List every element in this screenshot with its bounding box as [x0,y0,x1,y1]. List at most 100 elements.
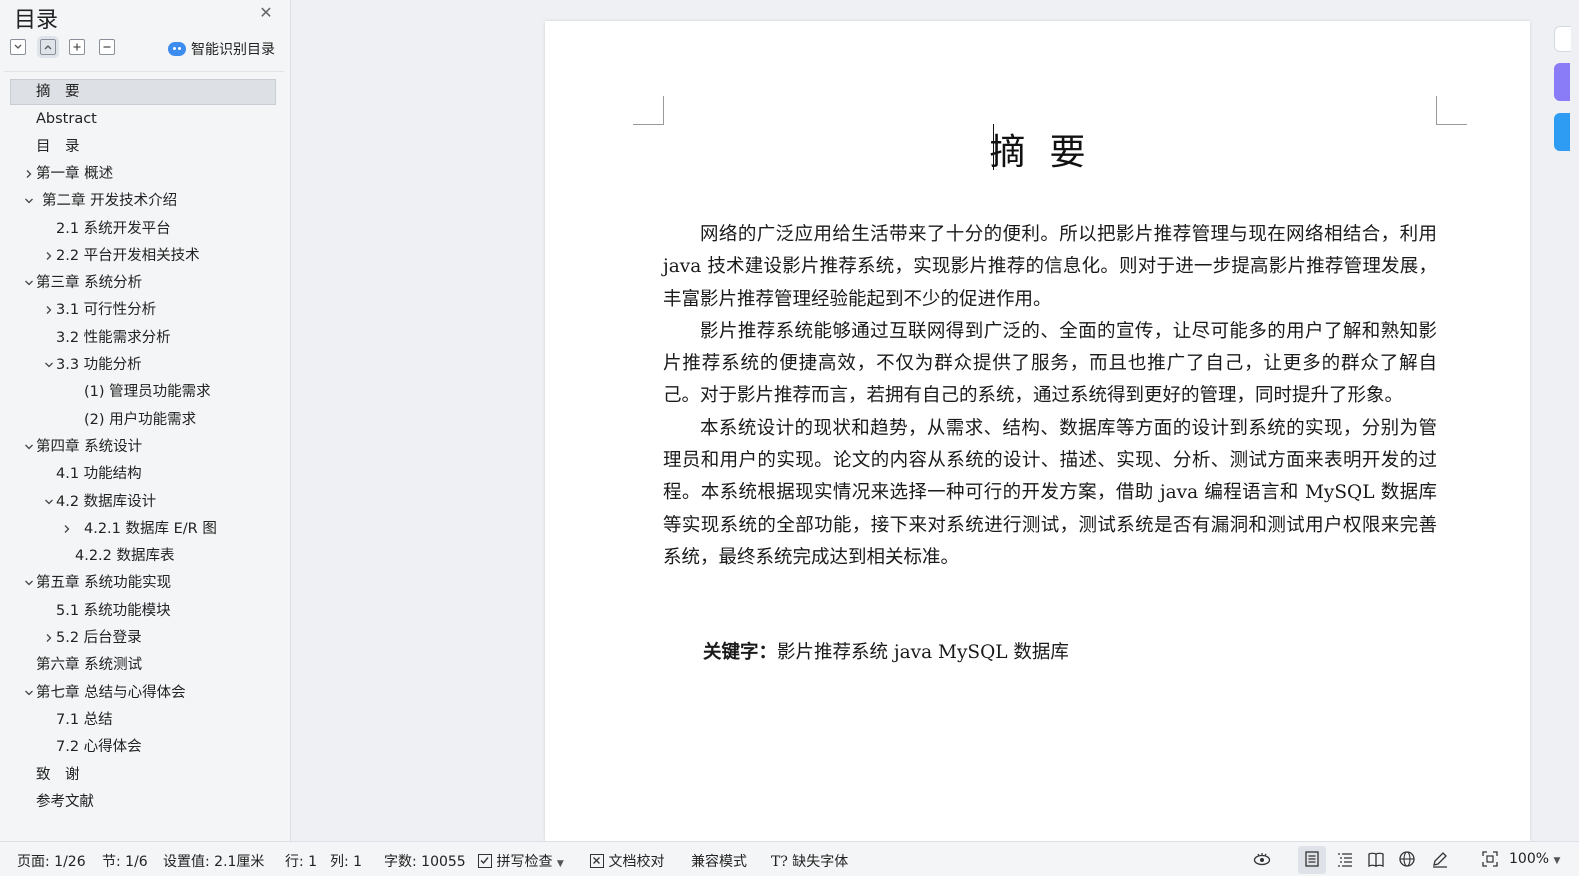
toc-item-label: 第二章 开发技术介绍 [42,193,178,210]
toc-item[interactable]: 摘 要 [10,79,276,105]
toc-item[interactable]: 第六章 系统测试 [10,652,276,678]
toc-item[interactable]: 7.1 总结 [10,707,276,733]
toc-item[interactable]: 参考文献 [10,789,276,815]
toc-item[interactable]: 第五章 系统功能实现 [10,570,276,596]
text-cursor [993,124,994,170]
toc-item-label: 4.2.2 数据库表 [75,548,175,565]
page-indicator[interactable]: 页面: 1/26 [17,851,86,871]
chevron-down-icon[interactable] [44,497,54,507]
spell-check-button[interactable]: 拼写检查 ▼ [478,851,564,871]
column-indicator: 列: 1 [330,854,363,870]
toc-item[interactable]: 4.2.2 数据库表 [10,543,276,569]
missing-fonts-button[interactable]: T? 缺失字体 [771,851,848,871]
eye-protection-icon[interactable] [1253,850,1271,868]
close-icon[interactable]: ✕ [258,5,274,21]
keywords-value: 影片推荐系统 java MySQL 数据库 [777,642,1069,663]
proofread-button[interactable]: 文档校对 [590,851,664,871]
chevron-down-icon[interactable] [24,278,34,288]
smart-toc-button[interactable]: 智能识别目录 [168,38,275,60]
page-view-icon[interactable] [1303,850,1321,868]
toc-item-label: 第一章 概述 [36,165,114,182]
reading-mode-icon[interactable] [1367,850,1385,868]
toc-item-label: 5.2 后台登录 [56,630,142,646]
toc-item-label: 7.1 总结 [56,711,113,728]
checkbox-icon [478,854,492,868]
compat-mode-button[interactable]: 兼容模式 [691,851,747,871]
setting-value: 设置值: 2.1厘米 [163,854,265,870]
chevron-right-icon[interactable] [44,251,54,261]
spell-check-label: 拼写检查 [496,854,553,870]
expand-up-icon[interactable] [37,36,59,58]
pen-write-icon[interactable] [1431,850,1449,868]
toc-item[interactable]: 第二章 开发技术介绍 [10,188,276,214]
toc-item[interactable]: 第三章 系统分析 [10,270,276,296]
toc-item[interactable]: (1) 管理员功能需求 [10,379,276,405]
dropdown-arrow-icon: ▼ [556,859,564,869]
toc-item-label: 第三章 系统分析 [36,275,143,292]
side-tool-button[interactable] [1554,113,1570,151]
toc-item[interactable]: 致 谢 [10,762,276,788]
side-tool-button[interactable] [1554,63,1570,101]
toc-panel: 目录 ✕ 智能识别目录 摘 要 Abstract 目 录第一章 概述第二章 开发技术… [0,0,291,841]
toc-item-label: 4.2.1 数据库 E/R 图 [84,520,217,537]
toc-title: 目录 [14,8,59,33]
keywords-label: 关键字： [703,642,778,663]
dropdown-arrow-icon: ▼ [1553,856,1561,866]
toc-item-label: 2.2 平台开发相关技术 [56,247,200,264]
toc-item[interactable]: 2.2 平台开发相关技术 [10,243,276,269]
chevron-down-icon[interactable] [24,196,34,206]
collapse-all-icon[interactable] [10,39,26,55]
toc-item-label: 3.3 功能分析 [56,357,142,373]
document-heading: 摘要 [989,132,1110,173]
toc-item[interactable]: (2) 用户功能需求 [10,407,276,433]
toc-item-label: 4.2 数据库设计 [56,493,157,510]
toc-item[interactable]: 2.1 系统开发平台 [10,216,276,242]
toc-item[interactable]: 3.3 功能分析 [10,352,276,378]
status-bar: 页面: 1/26 节: 1/6 设置值: 2.1厘米 行: 1 列: 1 字数:… [0,841,1579,876]
chevron-right-icon[interactable] [44,305,54,315]
toc-item[interactable]: 5.2 后台登录 [10,625,276,651]
document-body[interactable]: 网络的广泛应用给生活带来了十分的便利。所以把影片推荐管理与现在网络相结合，利用 … [663,219,1437,574]
toc-item[interactable]: Abstract [10,106,276,132]
minus-icon[interactable] [99,39,115,55]
zoom-level[interactable]: 100% ▼ [1509,851,1560,867]
paragraph: 网络的广泛应用给生活带来了十分的便利。所以把影片推荐管理与现在网络相结合，利用 … [663,224,1437,310]
margin-corner-mark [1436,96,1467,125]
toc-item[interactable]: 第四章 系统设计 [10,434,276,460]
toc-item-label: 参考文献 [36,793,94,810]
toc-item[interactable]: 4.2.1 数据库 E/R 图 [10,516,276,542]
toc-item[interactable]: 第一章 概述 [10,161,276,187]
toc-item[interactable]: 第七章 总结与心得体会 [10,680,276,706]
chevron-right-icon[interactable] [44,633,54,643]
chevron-down-icon[interactable] [24,442,34,452]
chevron-down-icon[interactable] [44,360,54,370]
toc-item[interactable]: 3.2 性能需求分析 [10,325,276,351]
chevron-right-icon[interactable] [24,169,34,179]
chevron-down-icon[interactable] [24,688,34,698]
toc-item-label: 第六章 系统测试 [36,657,143,674]
paragraph: 本系统设计的现状和趋势，从需求、结构、数据库等方面的设计到系统的实现，分别为管理… [663,417,1437,568]
fit-page-icon[interactable] [1481,850,1499,868]
toc-item[interactable]: 4.2 数据库设计 [10,489,276,515]
toc-item-label: 4.1 功能结构 [56,466,142,483]
toc-item-label: 目 录 [36,138,80,155]
plus-icon[interactable] [69,39,85,55]
document-page[interactable]: 摘要 网络的广泛应用给生活带来了十分的便利。所以把影片推荐管理与现在网络相结合，… [545,21,1530,841]
toc-item[interactable]: 目 录 [10,134,276,160]
outline-view-icon[interactable] [1336,850,1354,868]
row-indicator: 行: 1 [285,854,318,870]
toc-item[interactable]: 3.1 可行性分析 [10,297,276,323]
missing-fonts-label: 缺失字体 [792,854,849,870]
toc-item[interactable]: 5.1 系统功能模块 [10,598,276,624]
toc-item-label: 2.1 系统开发平台 [56,220,171,237]
web-view-icon[interactable] [1398,850,1416,868]
font-warning-icon: T? [771,854,788,870]
toc-item-label: Abstract [36,111,97,128]
toc-item-label: 第七章 总结与心得体会 [36,684,186,701]
chevron-down-icon[interactable] [24,578,34,588]
toc-item[interactable]: 7.2 心得体会 [10,734,276,760]
side-panel-toggle[interactable] [1554,26,1571,52]
toc-item[interactable]: 4.1 功能结构 [10,461,276,487]
word-count[interactable]: 字数: 10055 [384,851,466,871]
chevron-right-icon[interactable] [62,524,72,534]
